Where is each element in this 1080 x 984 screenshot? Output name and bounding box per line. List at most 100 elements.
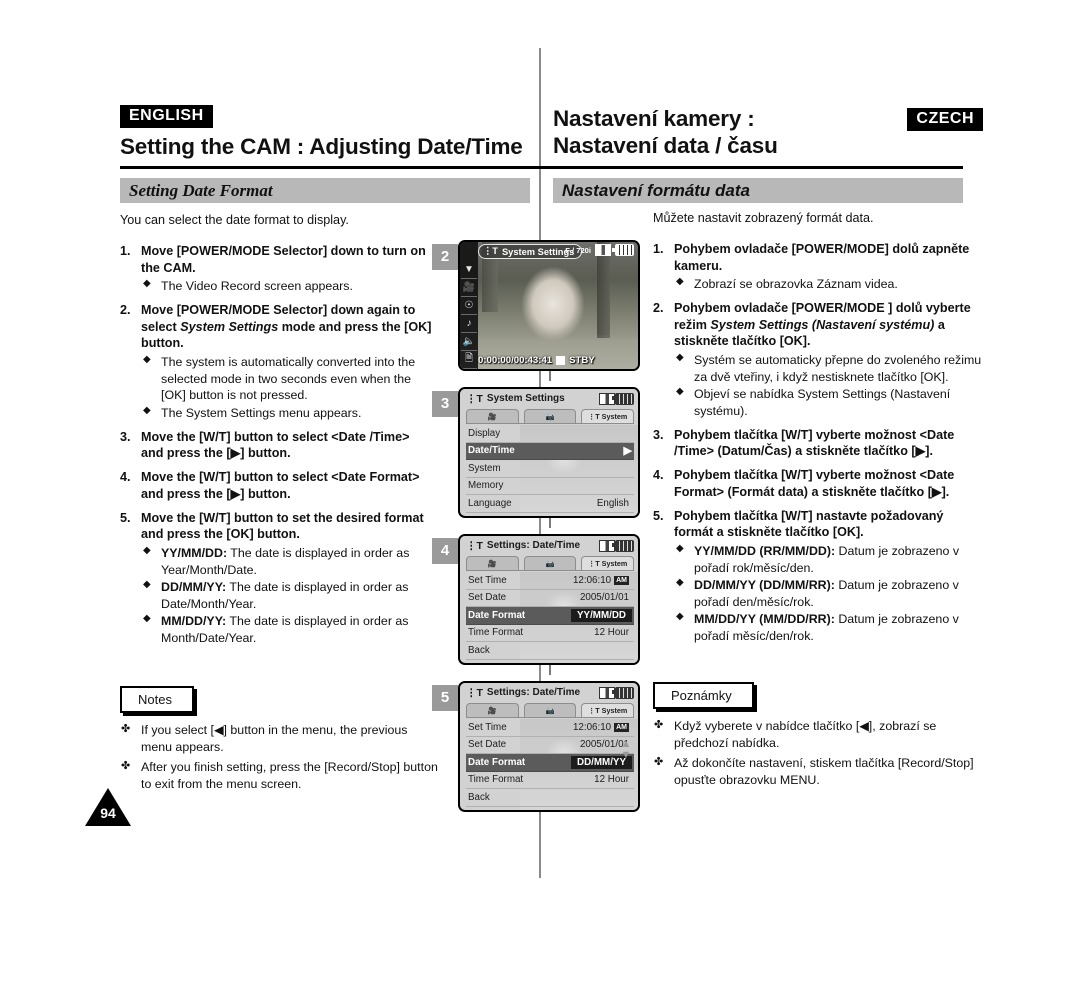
bullet-lead: DD/MM/YY: (161, 580, 227, 595)
menu-row[interactable]: Back (466, 642, 634, 660)
photo-tab[interactable]: 📷 (523, 703, 577, 717)
chevron-right-icon: ▶ (623, 445, 632, 458)
record-preview-image (460, 242, 638, 369)
menu-row[interactable]: Date Format YY/MM/DD (466, 607, 634, 625)
note-item: After you finish setting, press the [Rec… (120, 759, 440, 792)
video-camera-icon[interactable]: 🎥 (461, 279, 477, 297)
menu-row[interactable]: Set Date 2005/01/01 (466, 737, 634, 754)
video-tab[interactable]: 🎥 (466, 703, 519, 717)
menu-header: ⋮T System Settings (460, 389, 638, 408)
video-tab[interactable]: 🎥 (466, 556, 519, 570)
step-item: 4. Pohybem tlačítka [W/T] vyberte možnost… (653, 467, 985, 500)
shot-date-time-ddmmyy: 5 ⋮T Settings: Date/Time 🎥 📷 ⋮T System Set… (432, 681, 647, 820)
step-text-fragment: Move the [W/T] button to select <Date /T… (141, 429, 410, 461)
step-text: Pohybem ovladače [POWER/MODE] dolů zapně… (674, 241, 985, 274)
step-text-fragment: System Settings (180, 319, 279, 334)
menu-row[interactable]: Back (466, 789, 634, 807)
menu-row-label: Back (468, 644, 490, 656)
menu-tab-underline (466, 423, 634, 424)
menu-row[interactable]: Set Time 12:06:10 AM (466, 719, 634, 737)
step-bullet-list: Systém se automaticky přepne do zvolenéh… (674, 351, 985, 419)
bullet-item: MM/DD/YY (MM/DD/RR): Datum je zobrazeno … (674, 610, 985, 644)
mode-icon-strip[interactable]: ▼ 🎥 ☉ ♪ 🔈 🗎 (460, 242, 478, 369)
menu-row[interactable]: Time Format 12 Hour (466, 625, 634, 642)
menu-row[interactable]: System (466, 460, 634, 478)
record-status-text: STBY (569, 354, 595, 366)
shot-video-record: 2 ▼ 🎥 ☉ ♪ 🔈 🗎 ⋮T System Settings F / 720… (432, 240, 647, 381)
bullet-item: DD/MM/YY (DD/MM/RR): Datum je zobrazeno … (674, 576, 985, 610)
photo-tab[interactable]: 📷 (523, 556, 577, 570)
menu-row-label: Set Date (468, 592, 507, 604)
step-text-fragment: Pohybem tlačítka [W/T] vyberte možnost <… (674, 427, 955, 459)
system-tab[interactable]: ⋮T System (581, 409, 635, 423)
menu-row[interactable]: Date/Time ▶ (466, 442, 634, 460)
photo-camera-icon[interactable]: ☉ (461, 297, 477, 315)
step-text-fragment: Move [POWER/MODE Selector] down to turn … (141, 243, 426, 275)
record-osd-topbar: ⋮T System Settings F / 720i (460, 242, 638, 261)
step-number: 4. (653, 468, 664, 483)
menu-row[interactable]: Language English (466, 495, 634, 513)
timecode-text: 0:00:00/00:43:41 (478, 354, 553, 366)
step-item: 2. Move [POWER/MODE Selector] down again … (120, 302, 432, 422)
video-tab[interactable]: 🎥 (466, 409, 519, 423)
menu-row-list[interactable]: Set Time 12:06:10 AM Set Date 2005/01/01 Date… (466, 572, 634, 660)
battery-icon (612, 244, 634, 256)
czech-steps-list: 1. Pohybem ovladače [POWER/MODE] dolů zap… (653, 241, 985, 645)
page-number-text: 94 (100, 805, 116, 821)
document-icon[interactable]: 🗎 (461, 351, 477, 369)
step-text: Move the [W/T] button to select <Date Fo… (141, 469, 432, 502)
czech-title-line-2: Nastavení data / času (553, 132, 778, 158)
note-item: If you select [◀] button in the menu, th… (120, 722, 440, 755)
menu-row-value: 12:06:10 AM (572, 574, 629, 586)
menu-title: System Settings (486, 393, 565, 404)
step-text-fragment: Pohybem tlačítka [W/T] vyberte možnost <… (674, 468, 955, 499)
step-text-fragment: Pohybem ovladače [POWER/MODE] dolů zapně… (674, 241, 970, 273)
system-tab[interactable]: ⋮T System (581, 703, 635, 717)
step-bullet-list: YY/MM/DD (RR/MM/DD): Datum je zobrazeno … (674, 542, 985, 645)
bullet-item: YY/MM/DD: The date is displayed in order… (141, 544, 432, 578)
bullet-item: The Video Record screen appears. (141, 277, 432, 295)
step-text: Move the [W/T] button to set the desired… (141, 510, 432, 543)
date-time-settings-screen-2: ⋮T Settings: Date/Time 🎥 📷 ⋮T System Set T… (458, 681, 640, 812)
music-note-icon[interactable]: ♪ (461, 315, 477, 333)
menu-row[interactable]: Set Time 12:06:10 AM (466, 572, 634, 590)
menu-tab-bar[interactable]: 🎥 📷 ⋮T System (466, 555, 635, 570)
menu-row[interactable]: Display (466, 425, 634, 443)
menu-tab-bar[interactable]: 🎥 📷 ⋮T System (466, 408, 635, 423)
menu-row-label: System (468, 462, 501, 474)
menu-row-list[interactable]: Set Time 12:06:10 AM Set Date 2005/01/01 Date… (466, 719, 634, 807)
step-number: 5. (653, 508, 664, 523)
step-badge-4: 4 (432, 538, 458, 564)
menu-row-list[interactable]: Display Date/Time ▶ System Memory Language Eng… (466, 425, 634, 513)
menu-tab-bar[interactable]: 🎥 📷 ⋮T System (466, 702, 635, 717)
menu-row[interactable]: Set Date 2005/01/01 (466, 590, 634, 607)
menu-row[interactable]: Date Format DD/MM/YY (466, 754, 634, 772)
menu-row-label: Time Format (468, 627, 524, 639)
battery-icon (612, 539, 634, 552)
menu-row[interactable]: Time Format 12 Hour (466, 772, 634, 789)
menu-row-label: Date/Time (468, 445, 515, 457)
system-settings-menu-screen: ⋮T System Settings 🎥 📷 ⋮T System Display Da… (458, 387, 640, 518)
menu-row-value: YY/MM/DD (571, 608, 632, 622)
step-number: 1. (653, 241, 664, 256)
step-bullet-list: The system is automatically converted in… (141, 353, 432, 421)
step-text-fragment: Move the [W/T] button to select <Date Fo… (141, 470, 420, 501)
step-badge-2: 2 (432, 244, 458, 270)
menu-row[interactable]: Memory (466, 478, 634, 495)
note-item: Až dokončíte nastavení, stiskem tlačítka… (653, 755, 985, 788)
ampm-badge: AM (614, 722, 629, 732)
menu-row-label: Time Format (468, 774, 524, 786)
menu-row-label: Set Time (468, 574, 507, 586)
record-osd-bottombar: 0:00:00/00:43:41 STBY (478, 353, 638, 367)
bullet-item: YY/MM/DD (RR/MM/DD): Datum je zobrazeno … (674, 542, 985, 576)
step-item: 1. Pohybem ovladače [POWER/MODE] dolů zap… (653, 241, 985, 293)
system-tab[interactable]: ⋮T System (581, 556, 635, 570)
czech-intro: Můžete nastavit zobrazený formát data. (653, 211, 874, 225)
bullet-item: The system is automatically converted in… (141, 353, 432, 404)
microphone-icon[interactable]: 🔈 (461, 333, 477, 351)
english-section-bar: Setting Date Format (120, 178, 530, 203)
menu-row-value: 12 Hour (594, 627, 629, 639)
bullet-lead: YY/MM/DD: (161, 546, 228, 560)
photo-tab[interactable]: 📷 (523, 409, 577, 423)
english-column: You can select the date format to displa… (120, 212, 432, 654)
